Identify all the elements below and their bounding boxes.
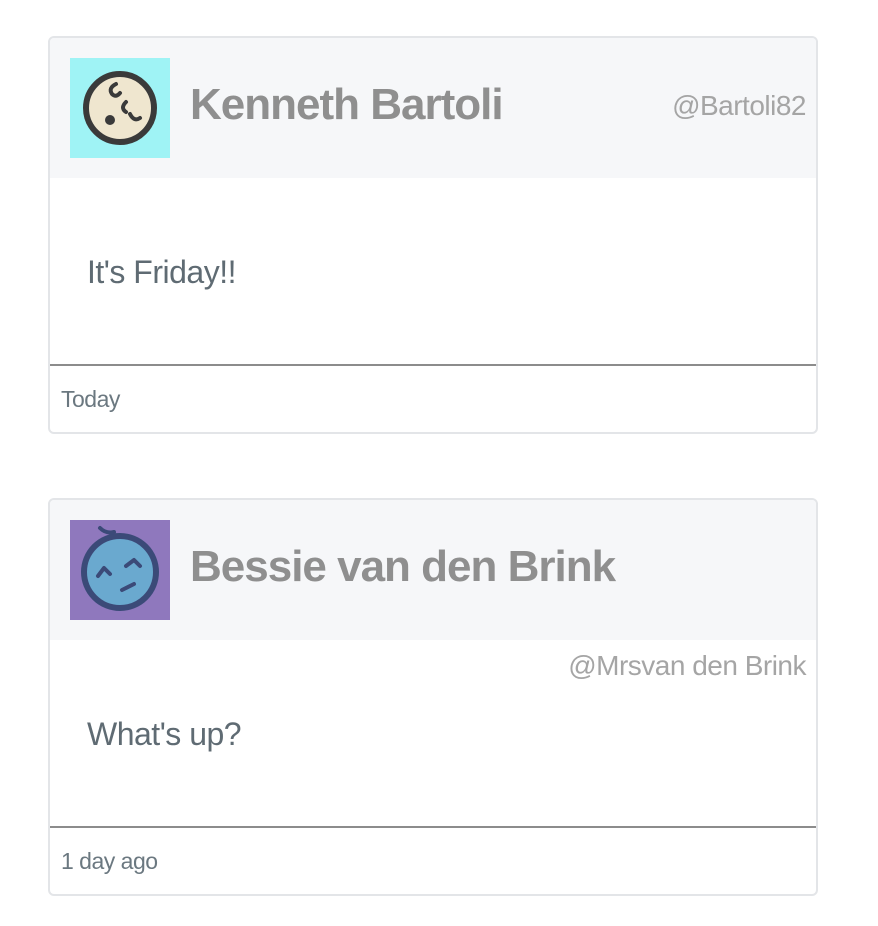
footer-divider [50,364,816,366]
footer-divider [50,826,816,828]
post-card: Kenneth Bartoli @Bartoli82 It's Friday!!… [48,36,818,434]
author-handle[interactable]: @Mrsvan den Brink [568,650,806,682]
post-header: Bessie van den Brink [50,500,816,640]
baby-face-avatar-icon[interactable] [70,58,170,158]
post-message: It's Friday!! [87,254,236,290]
author-name[interactable]: Kenneth Bartoli [190,80,504,130]
post-feed: Kenneth Bartoli @Bartoli82 It's Friday!!… [0,0,878,926]
author-name[interactable]: Bessie van den Brink [190,542,616,592]
post-header: Kenneth Bartoli @Bartoli82 [50,38,816,178]
smiling-face-avatar-icon[interactable] [70,520,170,620]
post-message: What's up? [87,716,242,752]
author-handle[interactable]: @Bartoli82 [672,90,806,122]
post-card: Bessie van den Brink @Mrsvan den Brink W… [48,498,818,896]
post-timestamp: 1 day ago [61,848,158,874]
post-timestamp: Today [61,386,120,412]
